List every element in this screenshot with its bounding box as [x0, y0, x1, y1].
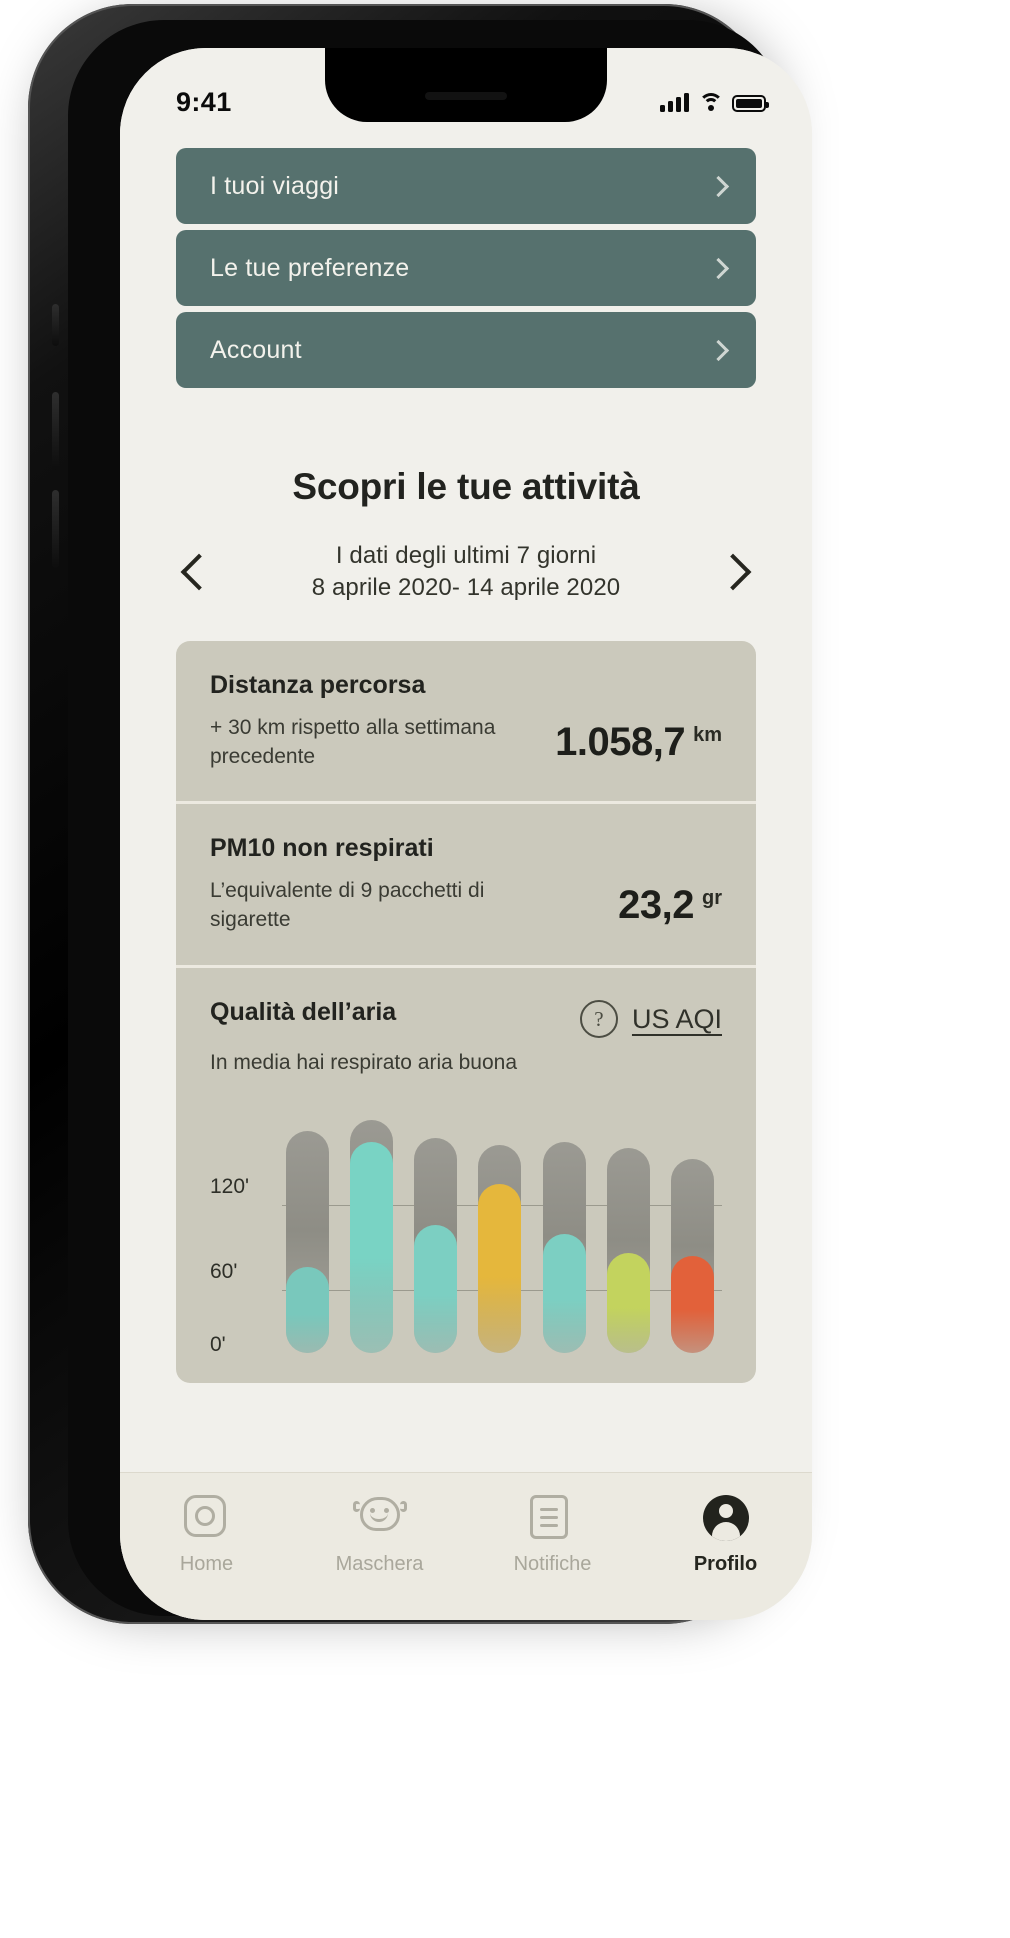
stat-qualita-aria: Qualità dell’aria ? US AQI In media hai …: [176, 964, 756, 1384]
air-quality-description: In media hai respirato aria buona: [210, 1050, 518, 1074]
stat-distanza-percorsa: Distanza percorsa + 30 km rispetto alla …: [176, 641, 756, 801]
menu-item-i-tuoi-viaggi[interactable]: I tuoi viaggi: [176, 148, 756, 224]
bottom-navigation: Home Maschera Notifiche Profilo: [120, 1472, 812, 1620]
mute-switch[interactable]: [52, 304, 59, 346]
nav-item-home[interactable]: Home: [132, 1495, 282, 1576]
chart-bar-fill: [350, 1141, 394, 1354]
phone-screen: 9:41 I tuoi viaggi Le tue preferenze Acc…: [120, 48, 812, 1620]
chevron-right-icon[interactable]: [714, 553, 752, 591]
chart-bar-fill: [478, 1183, 522, 1354]
y-tick-label: 120': [210, 1175, 250, 1199]
menu-item-label: Account: [210, 335, 302, 364]
date-range-line2: 8 aprile 2020- 14 aprile 2020: [311, 573, 621, 601]
stat-unit: gr: [702, 887, 722, 910]
mask-icon: [352, 1495, 407, 1541]
stat-description: + 30 km rispetto alla settimana preceden…: [210, 716, 496, 768]
chart-bar-fill: [606, 1253, 650, 1354]
y-tick-label: 0': [210, 1332, 226, 1356]
menu-list: I tuoi viaggi Le tue preferenze Account: [120, 148, 812, 388]
stats-card: Distanza percorsa + 30 km rispetto alla …: [176, 641, 756, 1384]
chevron-left-icon[interactable]: [180, 553, 218, 591]
menu-item-label: I tuoi viaggi: [210, 171, 340, 200]
chart-bar: [542, 1103, 586, 1354]
chart-bar-fill: [414, 1225, 458, 1354]
chevron-right-icon: [707, 175, 730, 197]
air-quality-chart: 120' 60' 0': [210, 1103, 722, 1356]
us-aqi-link[interactable]: US AQI: [632, 1004, 722, 1035]
nav-label: Notifiche: [513, 1553, 592, 1575]
screenshot-root: 9:41 I tuoi viaggi Le tue preferenze Acc…: [0, 0, 1010, 1938]
page-title: Scopri le tue attività: [292, 466, 640, 507]
menu-item-le-tue-preferenze[interactable]: Le tue preferenze: [176, 230, 756, 306]
profile-icon: [702, 1495, 749, 1541]
chart-bar: [414, 1103, 458, 1354]
stat-value: 1.058,7: [555, 720, 686, 765]
chevron-right-icon: [707, 257, 730, 279]
date-range: I dati degli ultimi 7 giorni 8 aprile 20…: [312, 540, 620, 603]
notch: [325, 48, 607, 122]
stat-value: 23,2: [618, 883, 694, 928]
nav-item-maschera[interactable]: Maschera: [305, 1495, 455, 1576]
app-content: I tuoi viaggi Le tue preferenze Account: [120, 48, 812, 1620]
chart-bar-fill: [670, 1255, 714, 1354]
date-navigator: I dati degli ultimi 7 giorni 8 aprile 20…: [120, 508, 812, 603]
chart-bar: [350, 1103, 394, 1354]
stat-title: Distanza percorsa: [210, 671, 426, 700]
volume-up-button[interactable]: [52, 392, 59, 470]
nav-label: Maschera: [335, 1553, 424, 1575]
chart-bar: [478, 1103, 522, 1354]
question-mark-icon[interactable]: ?: [579, 1000, 618, 1039]
chart-bar: [606, 1103, 650, 1354]
chart-bar-fill: [542, 1233, 586, 1354]
nav-label: Profilo: [693, 1553, 758, 1575]
chart-bar-fill: [286, 1266, 329, 1354]
nav-label: Home: [179, 1553, 234, 1575]
menu-item-label: Le tue preferenze: [210, 253, 410, 282]
volume-down-button[interactable]: [52, 490, 59, 568]
y-tick-label: 60': [210, 1260, 238, 1284]
phone-frame: 9:41 I tuoi viaggi Le tue preferenze Acc…: [28, 4, 812, 1624]
nav-item-notifiche[interactable]: Notifiche: [478, 1495, 628, 1576]
grid-row-0: 0': [210, 1333, 722, 1375]
stat-description: L’equivalente di 9 pacchetti di sigarett…: [210, 879, 485, 931]
air-quality-title: Qualità dell’aria: [210, 997, 397, 1026]
stat-title: PM10 non respirati: [210, 834, 434, 863]
menu-item-account[interactable]: Account: [176, 312, 756, 388]
chart-bars: [286, 1103, 714, 1354]
stat-pm10-non-respirati: PM10 non respirati L’equivalente di 9 pa…: [176, 801, 756, 964]
phone-bezel: 9:41 I tuoi viaggi Le tue preferenze Acc…: [68, 20, 812, 1620]
earpiece-speaker: [425, 92, 507, 100]
nav-item-profilo[interactable]: Profilo: [651, 1495, 801, 1576]
date-range-line1: I dati degli ultimi 7 giorni: [335, 542, 597, 569]
chart-bar: [286, 1103, 329, 1354]
chevron-right-icon: [707, 339, 730, 361]
chart-bar: [670, 1103, 714, 1354]
notifications-icon: [529, 1495, 576, 1541]
home-icon: [183, 1495, 230, 1541]
stat-unit: km: [693, 724, 722, 747]
